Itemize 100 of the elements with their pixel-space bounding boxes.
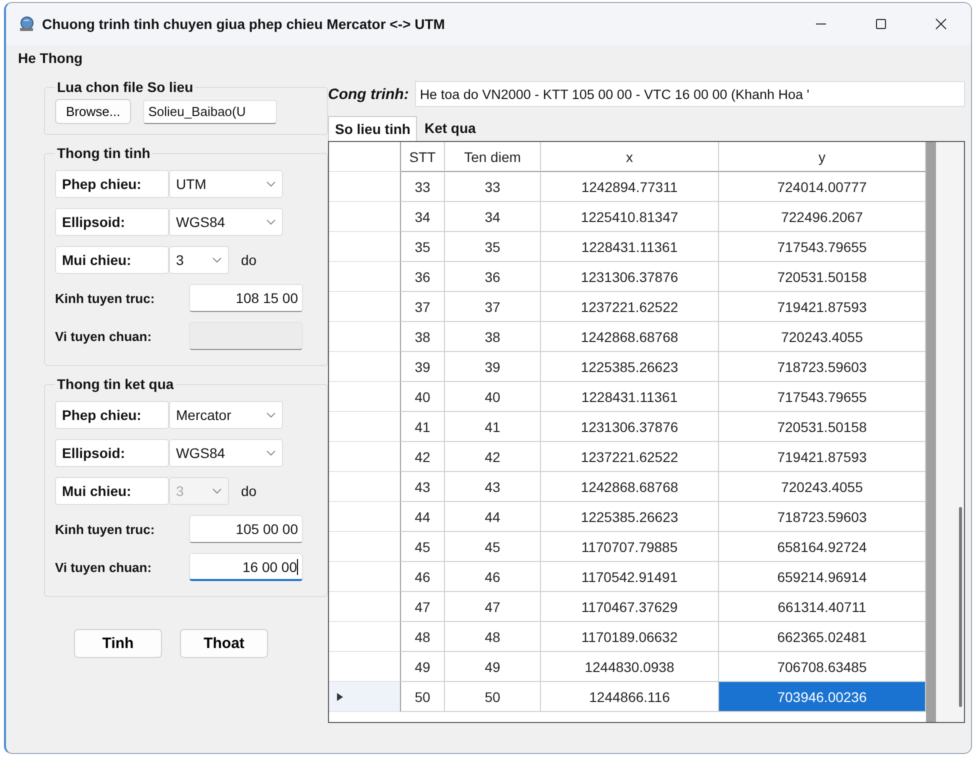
table-cell[interactable]: 34 xyxy=(401,202,445,232)
row-header[interactable] xyxy=(329,202,401,232)
table-cell[interactable]: 1231306.37876 xyxy=(541,412,719,442)
row-header[interactable] xyxy=(329,592,401,622)
table-cell[interactable]: 1170542.91491 xyxy=(541,562,719,592)
row-header[interactable] xyxy=(329,172,401,202)
chevron-down-icon xyxy=(266,412,276,418)
table-cell[interactable]: 41 xyxy=(445,412,541,442)
row-header[interactable] xyxy=(329,292,401,322)
table-cell[interactable]: 1242894.77311 xyxy=(541,172,719,202)
row-header[interactable] xyxy=(329,442,401,472)
maximize-icon[interactable] xyxy=(874,17,888,31)
table-cell[interactable]: 1228431.11361 xyxy=(541,382,719,412)
project-field[interactable]: He toa do VN2000 - KTT 105 00 00 - VTC 16 00 00 (Khanh Hoa ' xyxy=(414,81,965,107)
dropdown[interactable]: WGS84 xyxy=(169,439,283,467)
table-cell[interactable]: 48 xyxy=(445,622,541,652)
table-cell[interactable]: 47 xyxy=(401,592,445,622)
table-cell[interactable]: 1231306.37876 xyxy=(541,262,719,292)
table-cell[interactable]: 1225410.81347 xyxy=(541,202,719,232)
table-cell[interactable]: 42 xyxy=(401,442,445,472)
table-cell[interactable]: 33 xyxy=(445,172,541,202)
scrollbar[interactable] xyxy=(926,142,964,722)
input-field[interactable]: 105 00 00 xyxy=(189,515,303,543)
table-cell[interactable]: 44 xyxy=(401,502,445,532)
table-cell[interactable]: 48 xyxy=(401,622,445,652)
close-icon[interactable] xyxy=(934,17,948,31)
table-cell[interactable]: 1237221.62522 xyxy=(541,292,719,322)
table-cell[interactable]: 36 xyxy=(401,262,445,292)
table-cell[interactable]: 1228431.11361 xyxy=(541,232,719,262)
action-button[interactable]: Tinh xyxy=(74,629,162,658)
row-header[interactable] xyxy=(329,682,401,712)
table-cell[interactable]: 49 xyxy=(445,652,541,682)
column-header[interactable]: STT xyxy=(401,142,445,172)
table-cell[interactable]: 37 xyxy=(445,292,541,322)
table-cell[interactable]: 1225385.26623 xyxy=(541,502,719,532)
table-cell[interactable]: 703946.00236 xyxy=(719,682,926,712)
row-header[interactable] xyxy=(329,232,401,262)
table-cell[interactable]: 1242868.68768 xyxy=(541,472,719,502)
table-cell[interactable]: 47 xyxy=(445,592,541,622)
column-header[interactable]: x xyxy=(541,142,719,172)
table-cell[interactable]: 35 xyxy=(401,232,445,262)
table-cell[interactable]: 33 xyxy=(401,172,445,202)
row-header[interactable] xyxy=(329,412,401,442)
table-cell[interactable]: 46 xyxy=(401,562,445,592)
table-cell[interactable]: 43 xyxy=(401,472,445,502)
dropdown[interactable]: Mercator xyxy=(169,401,283,429)
table-cell[interactable]: 41 xyxy=(401,412,445,442)
table-cell[interactable]: 39 xyxy=(401,352,445,382)
input-field[interactable]: 16 00 00 xyxy=(189,553,303,581)
menu-item[interactable]: He Thong xyxy=(18,50,83,66)
project-label: Cong trinh: xyxy=(328,86,409,102)
table-cell[interactable]: 1242868.68768 xyxy=(541,322,719,352)
browse-button[interactable]: Browse... xyxy=(55,99,132,124)
table-cell[interactable]: 42 xyxy=(445,442,541,472)
dropdown[interactable]: 3 xyxy=(169,246,229,274)
row-header[interactable] xyxy=(329,322,401,352)
dropdown[interactable]: WGS84 xyxy=(169,208,283,236)
table-cell[interactable]: 36 xyxy=(445,262,541,292)
scrollbar-thumb[interactable] xyxy=(959,507,962,707)
row-header[interactable] xyxy=(329,352,401,382)
table-cell[interactable]: 40 xyxy=(445,382,541,412)
table-cell[interactable]: 1170467.37629 xyxy=(541,592,719,622)
unit-label: do xyxy=(241,483,257,499)
file-field[interactable]: Solieu_Baibao(U xyxy=(143,100,278,124)
chevron-down-icon xyxy=(212,257,222,263)
row-header[interactable] xyxy=(329,382,401,412)
table-cell[interactable]: 43 xyxy=(445,472,541,502)
table-cell[interactable]: 1244830.0938 xyxy=(541,652,719,682)
table-cell[interactable]: 45 xyxy=(401,532,445,562)
column-header[interactable]: Ten diem xyxy=(445,142,541,172)
table-cell[interactable]: 50 xyxy=(401,682,445,712)
action-button[interactable]: Thoat xyxy=(180,629,268,658)
table-cell[interactable]: 35 xyxy=(445,232,541,262)
table-cell[interactable]: 1170189.06632 xyxy=(541,622,719,652)
table-cell[interactable]: 45 xyxy=(445,532,541,562)
table-cell[interactable]: 49 xyxy=(401,652,445,682)
table-cell[interactable]: 46 xyxy=(445,562,541,592)
table-cell[interactable]: 39 xyxy=(445,352,541,382)
row-header[interactable] xyxy=(329,502,401,532)
row-header[interactable] xyxy=(329,472,401,502)
field-label: Phep chieu: xyxy=(55,170,169,198)
row-header[interactable] xyxy=(329,262,401,292)
table-cell[interactable]: 1225385.26623 xyxy=(541,352,719,382)
current-row-icon xyxy=(337,692,343,700)
row-header[interactable] xyxy=(329,622,401,652)
row-header[interactable] xyxy=(329,532,401,562)
table-cell[interactable]: 1237221.62522 xyxy=(541,442,719,472)
tab[interactable]: Ket qua xyxy=(417,115,483,141)
table-cell[interactable]: 38 xyxy=(401,322,445,352)
table-cell[interactable]: 38 xyxy=(445,322,541,352)
table-cell[interactable]: 37 xyxy=(401,292,445,322)
table-cell[interactable]: 44 xyxy=(445,502,541,532)
table-cell[interactable]: 50 xyxy=(445,682,541,712)
table-cell[interactable]: 34 xyxy=(445,202,541,232)
tab[interactable]: So lieu tinh xyxy=(328,116,418,141)
dropdown[interactable]: UTM xyxy=(169,170,283,198)
row-header[interactable] xyxy=(329,562,401,592)
table-cell[interactable]: 40 xyxy=(401,382,445,412)
input-field[interactable]: 108 15 00 xyxy=(189,284,303,312)
table-cell[interactable]: 1170707.79885 xyxy=(541,532,719,562)
